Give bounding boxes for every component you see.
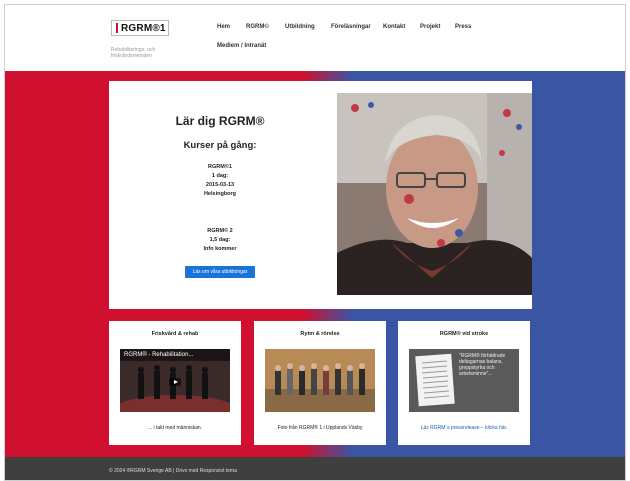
course-name: RGRM©1: [208, 164, 232, 170]
nav-item-rgrm[interactable]: RGRM©: [246, 24, 269, 30]
portrait-photo: [337, 93, 532, 295]
nav-item-forelasningar[interactable]: Föreläsningar: [331, 24, 371, 30]
footer-text: © 2024 ®RGRM Sverige AB | Drivs med Resp…: [109, 468, 237, 474]
browser-page: RGRM®1 Rehabiliterings- och friskvårdsme…: [4, 4, 626, 481]
site-tagline: Rehabiliterings- och friskvårdsmetoden: [111, 47, 156, 59]
card-title: Friskvård & rehab: [151, 331, 199, 337]
group-photo-image: [265, 349, 375, 412]
nav-item-medlem-intranat[interactable]: Medlem / Intranät: [217, 43, 266, 49]
press-quote: "RGRM® förbättrade deltagarnas balans, g…: [459, 353, 506, 377]
play-icon[interactable]: [169, 377, 181, 386]
site-header: RGRM®1 Rehabiliterings- och friskvårdsme…: [5, 5, 625, 71]
nav-item-hem[interactable]: Hem: [217, 24, 230, 30]
portrait-image: [337, 93, 532, 295]
course-duration: 1,5 dag:: [209, 237, 231, 243]
logo-bar: [116, 23, 118, 33]
nav-item-projekt[interactable]: Projekt: [420, 24, 440, 30]
group-photo: [265, 349, 375, 412]
course-date: 2015-03-13: [205, 182, 235, 188]
video-title-bar: RGRM® - Rehabilitation...: [120, 349, 230, 361]
card-title: Rytm & rörelse: [300, 331, 340, 337]
press-release-link[interactable]: Läs RGRM´s pressrelease – klicka här.: [398, 425, 530, 431]
card-stroke: RGRM® vid stroke "RGRM® förbättrade delt…: [398, 321, 530, 445]
hero-title: Lär dig RGRM®: [175, 114, 265, 128]
hero-panel: Lär dig RGRM® Kurser på gång: RGRM©1 1 d…: [109, 81, 532, 309]
nav-item-press[interactable]: Press: [455, 24, 471, 30]
logo-text: RGRM®1: [121, 22, 166, 34]
course-duration: 1 dag:: [211, 173, 229, 179]
card-friskvard: Friskvård & rehab RGRM® - Rehabilitation…: [109, 321, 241, 445]
card-rytm: Rytm & rörelse Foto från RGRM® 1 i Uppla…: [254, 321, 386, 445]
card-caption: ... i takt med människan.: [147, 425, 203, 431]
course-name: RGRM© 2: [207, 228, 233, 234]
nav-item-kontakt[interactable]: Kontakt: [383, 24, 405, 30]
card-caption: Foto från RGRM® 1 i Upplands Väsby: [277, 425, 363, 431]
video-embed[interactable]: RGRM® - Rehabilitation...: [120, 349, 230, 412]
nav-item-utbildning[interactable]: Utbildning: [285, 24, 315, 30]
courses-cta-button[interactable]: Läs om våra utbildningar: [185, 266, 255, 278]
course-info: Info kommer: [203, 246, 237, 252]
site-logo[interactable]: RGRM®1: [111, 20, 169, 36]
hero-subtitle: Kurser på gång:: [183, 140, 257, 151]
site-footer: © 2024 ®RGRM Sverige AB | Drivs med Resp…: [5, 457, 625, 480]
course-location: Helsingborg: [203, 191, 237, 197]
card-title: RGRM® vid stroke: [439, 331, 489, 337]
course-rgrm1: RGRM©1 1 dag: 2015-03-13 Helsingborg: [109, 163, 331, 199]
course-rgrm2: RGRM© 2 1,5 dag: Info kommer: [109, 227, 331, 254]
video-title: RGRM® - Rehabilitation...: [124, 352, 194, 358]
press-release-image[interactable]: "RGRM® förbättrade deltagarnas balans, g…: [409, 349, 519, 412]
